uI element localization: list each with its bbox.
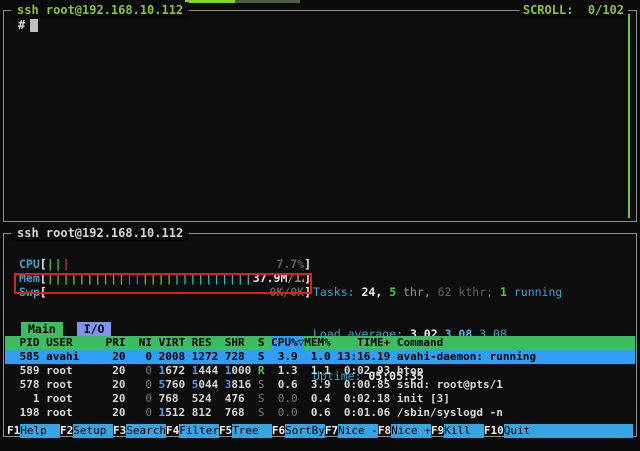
cpu-meter-label: CPU — [19, 257, 40, 271]
kthread-count: 62 kthr — [438, 285, 486, 299]
process-table: PID USER PRI NI VIRT RES SHR S CPU%▽ MEM… — [5, 336, 635, 420]
f1-key[interactable]: F1 — [7, 424, 20, 438]
col-cpu-sorted[interactable]: CPU%▽ — [271, 336, 304, 350]
f7-key[interactable]: F7 — [325, 424, 338, 438]
col-state[interactable]: S — [258, 336, 265, 350]
col-time[interactable]: TIME+ — [337, 336, 390, 350]
top-edge-strip-dim — [235, 0, 300, 3]
f3-search-button[interactable]: Search — [126, 424, 166, 438]
col-pri[interactable]: PRI — [106, 336, 126, 350]
f3-key[interactable]: F3 — [113, 424, 126, 438]
f2-key[interactable]: F2 — [60, 424, 73, 438]
mem-meter-label: Mem — [19, 271, 40, 285]
col-shr[interactable]: SHR — [225, 336, 251, 350]
cpu-meter-value: 7.7% — [276, 257, 304, 271]
mem-used-value: 37.9M — [253, 271, 288, 285]
f5-key[interactable]: F5 — [219, 424, 232, 438]
col-mem[interactable]: MEM% — [304, 336, 330, 350]
col-res[interactable]: RES — [192, 336, 218, 350]
terminal-cursor — [30, 19, 38, 32]
tab-main[interactable]: Main — [21, 322, 63, 336]
f2-setup-button[interactable]: Setup — [73, 424, 113, 438]
mem-bars-blue: || — [126, 271, 142, 285]
htop-screen-tabs: Main I/O — [21, 322, 111, 336]
f9-key[interactable]: F9 — [431, 424, 444, 438]
shell-prompt-line[interactable]: # — [18, 18, 38, 32]
pane-scrollbar[interactable] — [628, 14, 630, 218]
col-virt[interactable]: VIRT — [159, 336, 185, 350]
f8-nice-plus-button[interactable]: Nice + — [391, 424, 431, 438]
tab-io[interactable]: I/O — [77, 322, 112, 336]
f7-nice-minus-button[interactable]: Nice - — [338, 424, 378, 438]
process-table-header[interactable]: PID USER PRI NI VIRT RES SHR S CPU%▽ MEM… — [5, 336, 635, 350]
tasks-line: Tasks: 24, 5 thr, 62 kthr; 1 running — [313, 285, 631, 299]
cpu-bars-red: | — [63, 257, 71, 271]
f8-key[interactable]: F8 — [378, 424, 391, 438]
f6-sortby-button[interactable]: SortBy — [285, 424, 325, 438]
swap-meter-value: 0K/0K — [269, 285, 304, 299]
running-count: 1 — [500, 285, 507, 299]
f10-quit-button[interactable]: Quit — [504, 424, 633, 438]
mem-meter: Mem[||||||||||||||||||||||||||37.9M/128M… — [19, 271, 311, 285]
pane-shell-title: ssh root@192.168.10.112 — [11, 2, 189, 18]
cpu-bars-green: || — [47, 257, 63, 271]
col-pid[interactable]: PID — [13, 336, 39, 350]
htop-meters: CPU[|||7.7%] Mem[|||||||||||||||||||||||… — [19, 257, 311, 299]
col-ni[interactable]: NI — [132, 336, 152, 350]
mem-bars-cyan: |||||||||| — [174, 271, 253, 285]
mem-total-value: /128M — [287, 271, 304, 285]
shell-prompt: # — [18, 18, 25, 32]
mem-bars-green: |||||||||| — [47, 271, 126, 285]
f4-filter-button[interactable]: Filter — [179, 424, 219, 438]
f1-help-button[interactable]: Help — [20, 424, 60, 438]
top-edge-strip-bright — [185, 0, 235, 3]
scroll-indicator: SCROLL: 0/102 — [519, 2, 628, 18]
f5-tree-button[interactable]: Tree — [232, 424, 272, 438]
tasks-count: 24 — [361, 285, 375, 299]
f10-key[interactable]: F10 — [484, 424, 504, 438]
process-row[interactable]: 578 root 20 0 5760 5044 3816 S 0.6 3.9 0… — [5, 378, 635, 392]
pane-shell[interactable]: ssh root@192.168.10.112 SCROLL: 0/102 # — [3, 10, 637, 222]
process-row[interactable]: 1 root 20 0 768 524 476 S 0.0 0.4 0:02.1… — [5, 392, 635, 406]
pane-htop[interactable]: ssh root@192.168.10.112 CPU[|||7.7%] Mem… — [3, 233, 637, 437]
swap-meter-label: Swp — [19, 285, 40, 299]
htop-app: CPU[|||7.7%] Mem[|||||||||||||||||||||||… — [5, 235, 635, 435]
function-key-bar: F1Help F2Setup F3Search F4Filter F5Tree … — [7, 424, 633, 438]
swap-meter: Swp[0K/0K] — [19, 285, 311, 299]
f6-key[interactable]: F6 — [272, 424, 285, 438]
col-user[interactable]: USER — [46, 336, 99, 350]
process-row[interactable]: 589 root 20 0 1672 1444 1000 R 1.3 1.1 0… — [5, 364, 635, 378]
cpu-meter: CPU[|||7.7%] — [19, 257, 311, 271]
f9-kill-button[interactable]: Kill — [444, 424, 484, 438]
process-row[interactable]: 198 root 20 0 1512 812 768 S 0.0 0.6 0:0… — [5, 406, 635, 420]
col-command[interactable]: Command — [397, 336, 635, 350]
process-row-selected[interactable]: 585 avahi 20 0 2008 1272 728 S 3.9 1.0 1… — [5, 350, 635, 364]
f4-key[interactable]: F4 — [166, 424, 179, 438]
